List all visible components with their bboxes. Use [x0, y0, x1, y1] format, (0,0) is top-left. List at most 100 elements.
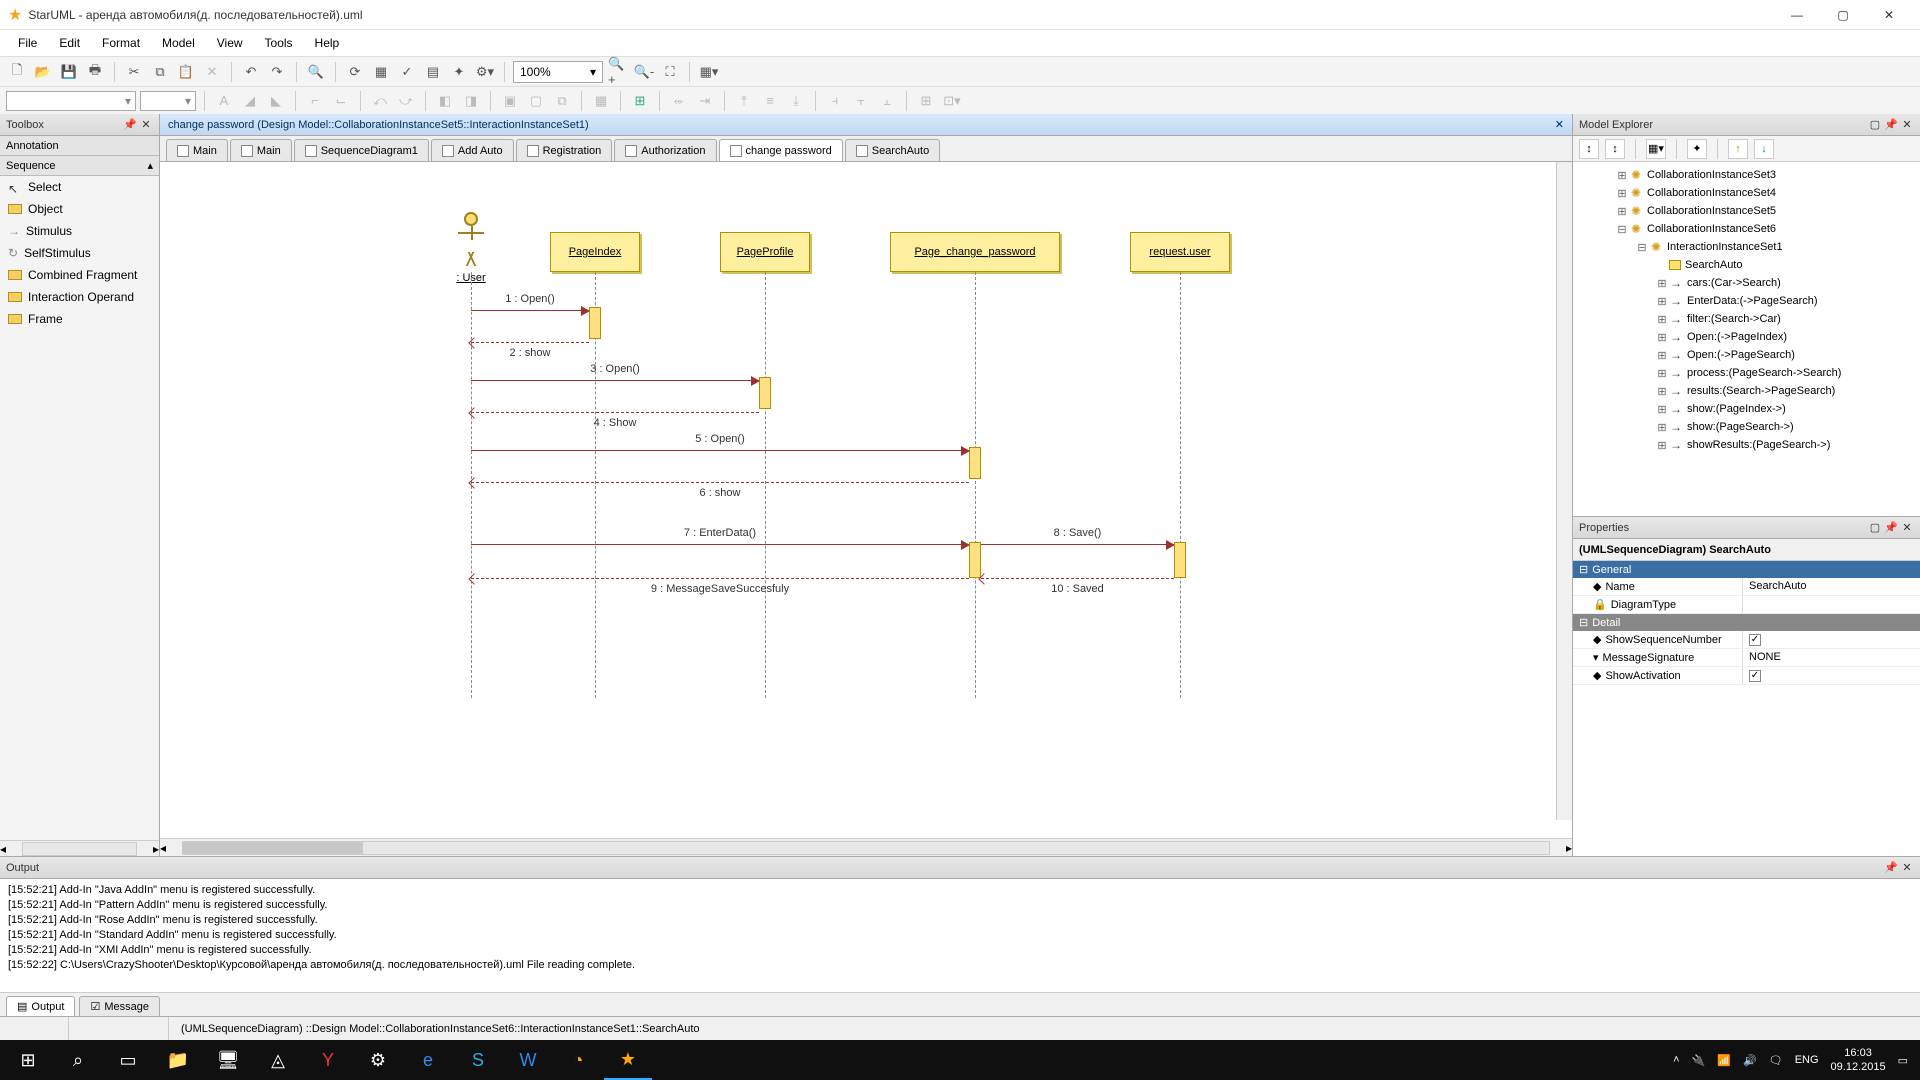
space-icon[interactable]: ⊞: [915, 90, 937, 112]
tab-searchauto[interactable]: SearchAuto: [845, 139, 940, 161]
tab-main2[interactable]: Main: [230, 139, 292, 161]
unity-icon[interactable]: ◬: [254, 1040, 302, 1080]
notes-icon[interactable]: 🗨: [1769, 1054, 1783, 1067]
line-style-icon[interactable]: ⌐: [304, 90, 326, 112]
ext-icon[interactable]: ⊡▾: [941, 90, 963, 112]
open-icon[interactable]: 📂: [32, 61, 54, 83]
close-panel-icon[interactable]: ✕: [139, 118, 153, 132]
edge-icon[interactable]: e: [404, 1040, 452, 1080]
maximize-button[interactable]: ▢: [1820, 0, 1866, 30]
align-icon[interactable]: ▦: [590, 90, 612, 112]
close-doc-icon[interactable]: ✕: [1555, 118, 1564, 131]
sort2-icon[interactable]: ↕: [1605, 139, 1625, 159]
delete-icon[interactable]: ✕: [201, 61, 223, 83]
dist-h-icon[interactable]: ⫞: [824, 90, 846, 112]
tree-icon[interactable]: ⊞: [629, 90, 651, 112]
new-icon[interactable]: 🗋: [6, 61, 28, 83]
line-color-icon[interactable]: ◣: [265, 90, 287, 112]
zoom-out-icon[interactable]: 🔍-: [633, 61, 655, 83]
align-left-icon[interactable]: ⬰: [668, 90, 690, 112]
layout-icon[interactable]: ▦▾: [698, 61, 720, 83]
view-icon[interactable]: ▦▾: [1646, 139, 1666, 159]
msg-3[interactable]: 3 : Open(): [471, 380, 759, 381]
taskview-icon[interactable]: ▭: [104, 1040, 152, 1080]
up-icon[interactable]: ↑: [1728, 139, 1748, 159]
activation[interactable]: [969, 447, 981, 479]
fill-color-icon[interactable]: ◢: [239, 90, 261, 112]
start-button[interactable]: ⊞: [4, 1040, 52, 1080]
dock-icon[interactable]: ▢: [1868, 521, 1882, 535]
down-icon[interactable]: ↓: [1754, 139, 1774, 159]
search-icon[interactable]: ⌕: [54, 1040, 102, 1080]
tools-icon[interactable]: ✦: [448, 61, 470, 83]
menu-model[interactable]: Model: [152, 32, 205, 54]
minimize-button[interactable]: —: [1774, 0, 1820, 30]
tab-change-password[interactable]: change password: [719, 139, 843, 161]
toolbox-scroll[interactable]: ◂▸: [0, 840, 159, 856]
app-icon[interactable]: ◔: [554, 1040, 602, 1080]
pin-icon[interactable]: 📌: [1884, 861, 1898, 875]
dist-v-icon[interactable]: ⫟: [850, 90, 872, 112]
tab-message[interactable]: ☑ Message: [79, 996, 160, 1016]
font-combo[interactable]: ▾: [6, 91, 136, 111]
dock-icon[interactable]: ▢: [1868, 118, 1882, 132]
checkbox-icon[interactable]: ✓: [1749, 670, 1761, 682]
menu-file[interactable]: File: [8, 32, 47, 54]
msg-9[interactable]: 9 : MessageSaveSuccesfuly: [471, 578, 969, 579]
msg-5[interactable]: 5 : Open(): [471, 450, 969, 451]
prop-row-diagramtype[interactable]: 🔒 DiagramType: [1573, 596, 1920, 614]
rotate-right-icon[interactable]: ⤻: [395, 90, 417, 112]
pin-icon[interactable]: 📌: [1884, 521, 1898, 535]
msg-4[interactable]: 4 : Show: [471, 412, 759, 413]
activation[interactable]: [589, 307, 601, 339]
props-icon[interactable]: ▤: [422, 61, 444, 83]
group-icon[interactable]: ⧉: [551, 90, 573, 112]
prop-row-name[interactable]: ◆ NameSearchAuto: [1573, 578, 1920, 596]
prop-row-showseq[interactable]: ◆ ShowSequenceNumber✓: [1573, 631, 1920, 649]
tool-object[interactable]: Object: [0, 198, 159, 220]
object-pagechange[interactable]: Page_change_password: [890, 232, 1060, 272]
activation[interactable]: [1174, 542, 1186, 578]
vertical-scrollbar[interactable]: [1556, 162, 1572, 820]
tool-select[interactable]: Select: [0, 176, 159, 198]
tab-addauto[interactable]: Add Auto: [431, 139, 514, 161]
sequence-section[interactable]: Sequence▴: [0, 156, 159, 176]
zoom-select[interactable]: 100%▾: [513, 61, 603, 83]
msg-8[interactable]: 8 : Save(): [981, 544, 1174, 545]
monitor-icon[interactable]: 🖥: [204, 1040, 252, 1080]
stereotype-icon[interactable]: ◧: [434, 90, 456, 112]
send-back-icon[interactable]: ▢: [525, 90, 547, 112]
chevron-up-icon[interactable]: ˄: [1673, 1054, 1679, 1066]
wifi-icon[interactable]: 📶: [1717, 1054, 1731, 1067]
clock[interactable]: 16:03 09.12.2015: [1831, 1046, 1886, 1074]
sort-icon[interactable]: ↕: [1579, 139, 1599, 159]
tool-combined-fragment[interactable]: Combined Fragment: [0, 264, 159, 286]
align-top-icon[interactable]: ⤒: [733, 90, 755, 112]
tab-main[interactable]: Main: [166, 139, 228, 161]
align-right-icon[interactable]: ⇥: [694, 90, 716, 112]
print-icon[interactable]: 🖶: [84, 61, 106, 83]
copy-icon[interactable]: ⧉: [149, 61, 171, 83]
msg-10[interactable]: 10 : Saved: [981, 578, 1174, 579]
bring-front-icon[interactable]: ▣: [499, 90, 521, 112]
tool-frame[interactable]: Frame: [0, 308, 159, 330]
msg-7[interactable]: 7 : EnterData(): [471, 544, 969, 545]
tool-interaction-operand[interactable]: Interaction Operand: [0, 286, 159, 308]
find-icon[interactable]: 🔍: [305, 61, 327, 83]
activation[interactable]: [759, 377, 771, 409]
object-pageindex[interactable]: PageIndex: [550, 232, 640, 272]
dist-c-icon[interactable]: ⫠: [876, 90, 898, 112]
line-style2-icon[interactable]: ⌙: [330, 90, 352, 112]
action-center-icon[interactable]: ▭: [1898, 1054, 1908, 1067]
menu-edit[interactable]: Edit: [49, 32, 90, 54]
language-indicator[interactable]: ENG: [1795, 1054, 1819, 1066]
skype-icon[interactable]: S: [454, 1040, 502, 1080]
prop-row-msgsig[interactable]: ▾ MessageSignatureNONE: [1573, 649, 1920, 667]
menu-tools[interactable]: Tools: [255, 32, 303, 54]
rotate-left-icon[interactable]: ⤺: [369, 90, 391, 112]
tab-registration[interactable]: Registration: [516, 139, 613, 161]
tool-selfstimulus[interactable]: ↻SelfStimulus: [0, 242, 159, 264]
tab-authorization[interactable]: Authorization: [614, 139, 716, 161]
zoom-in-icon[interactable]: 🔍+: [607, 61, 629, 83]
msg-6[interactable]: 6 : show: [471, 482, 969, 483]
